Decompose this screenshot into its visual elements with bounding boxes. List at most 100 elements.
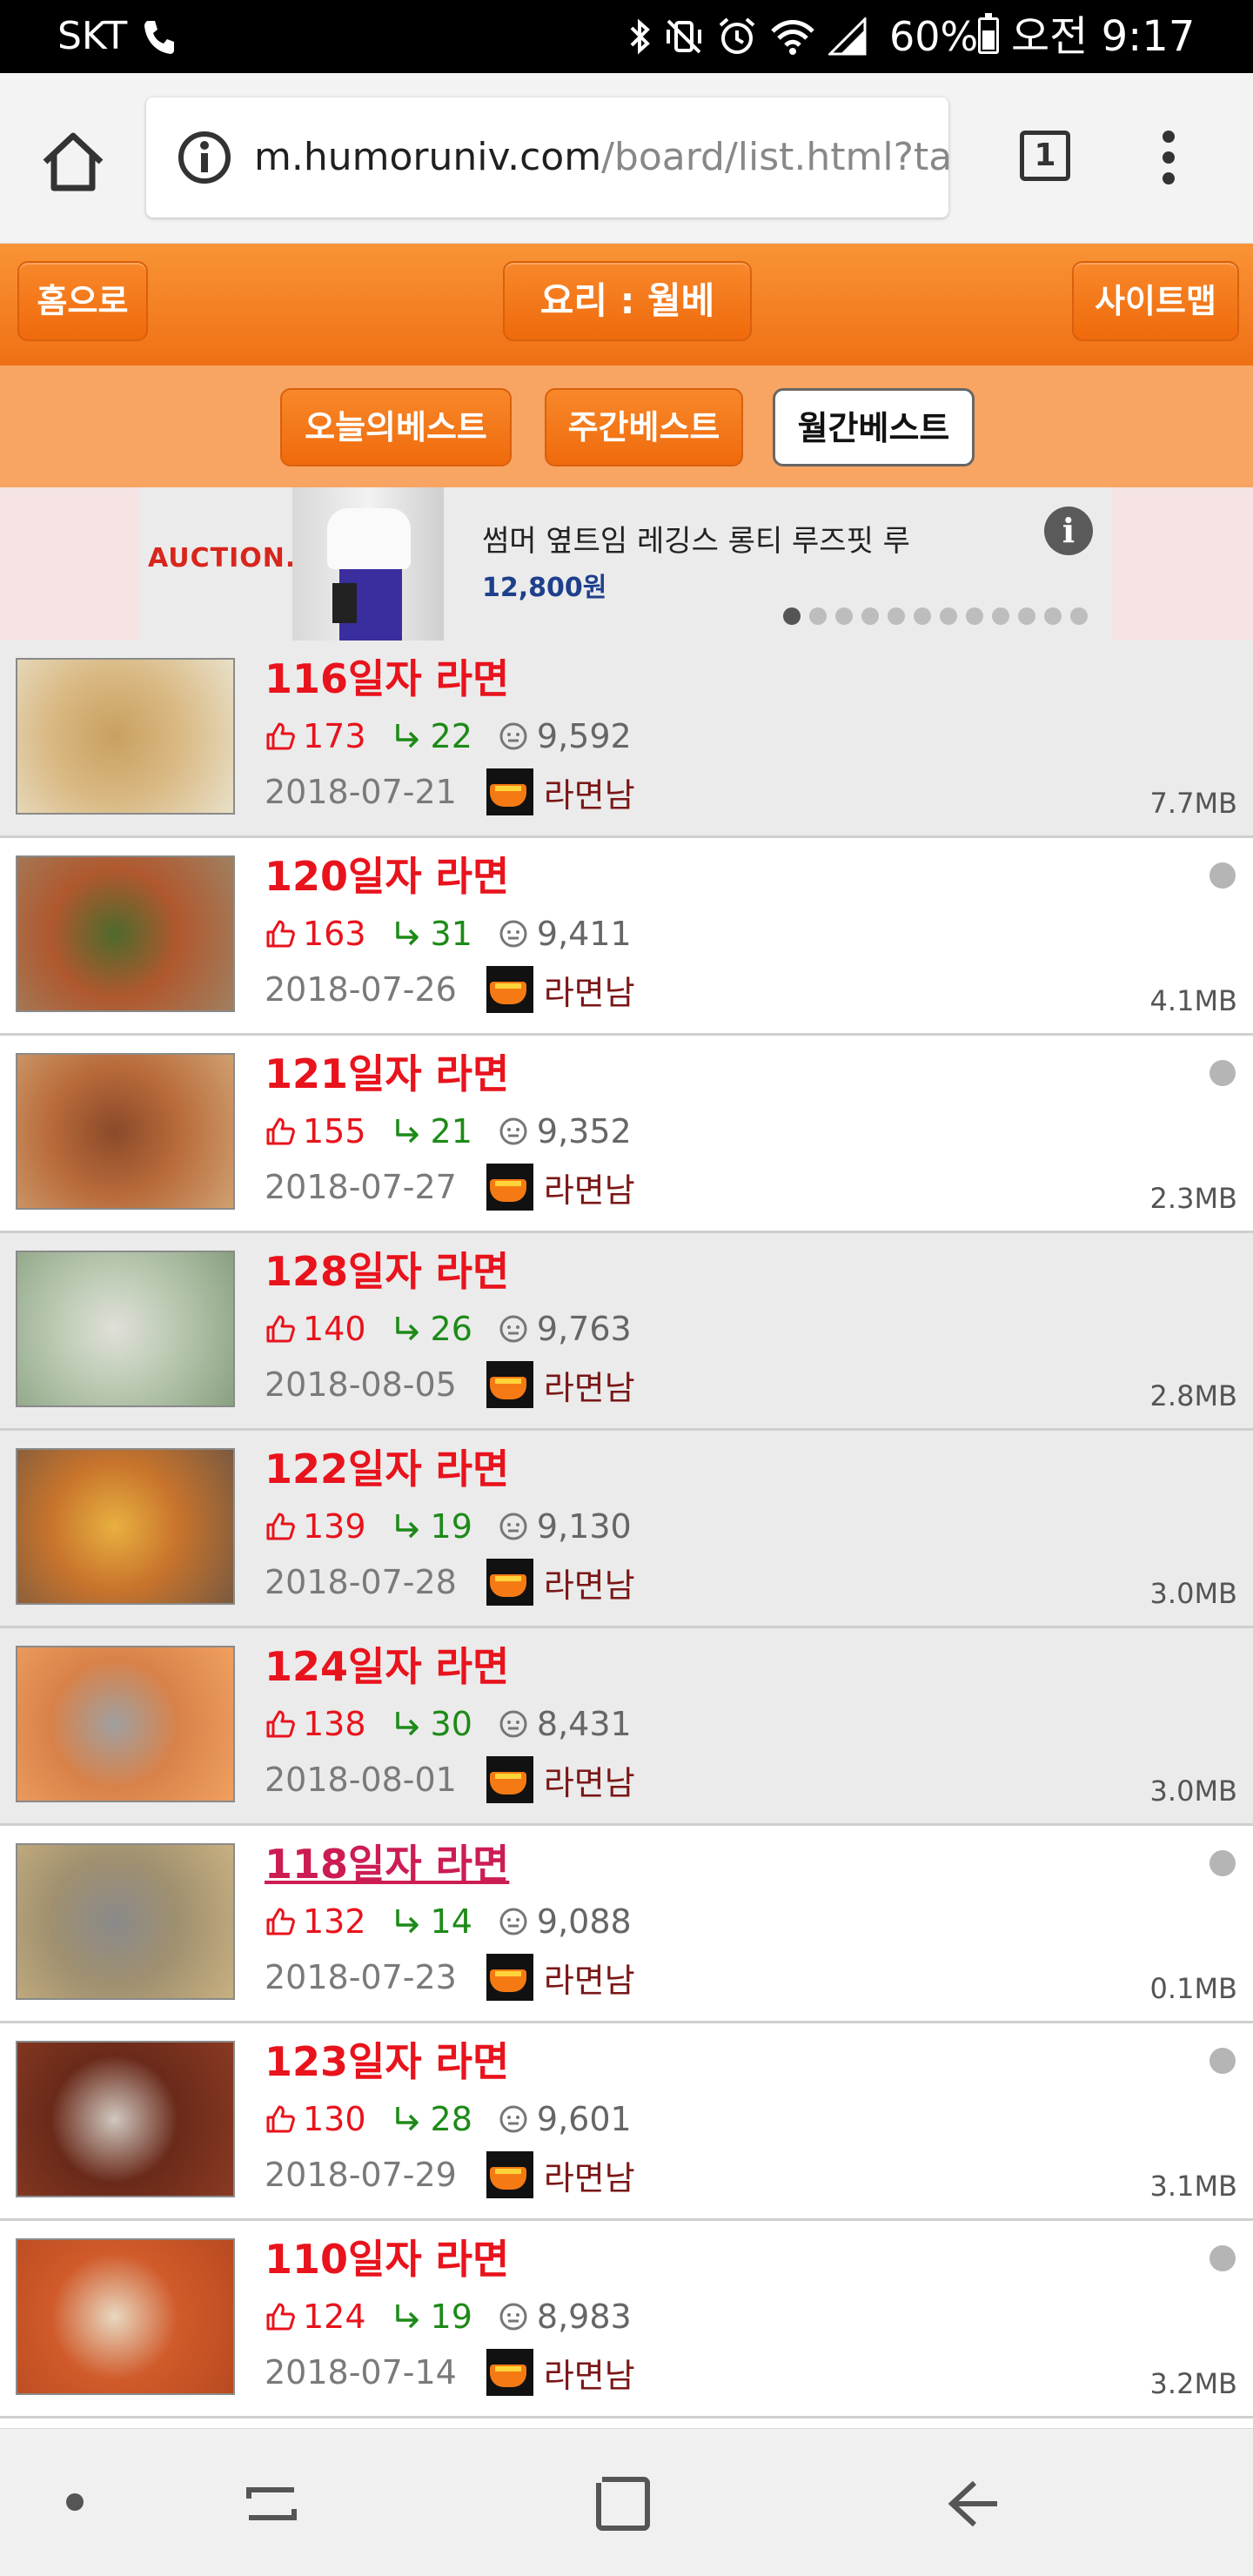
post-row[interactable]: 122일자 라면 139 19 9,130 2018-07-28 라면남 3.0MB xyxy=(0,1431,1253,1628)
ad-product-image[interactable] xyxy=(292,487,444,641)
post-meta: 2018-08-01 라면남 xyxy=(265,1755,635,1804)
post-title[interactable]: 121일자 라면 xyxy=(265,1048,509,1100)
post-thumbnail[interactable] xyxy=(16,1053,235,1210)
author-avatar-icon[interactable] xyxy=(486,1559,533,1606)
author-avatar-icon[interactable] xyxy=(486,768,533,815)
best-tabs: 오늘의베스트 주간베스트 월간베스트 xyxy=(0,366,1253,487)
author-name[interactable]: 라면남 xyxy=(544,1559,635,1607)
reply-arrow-icon xyxy=(395,2304,419,2329)
reply-arrow-icon xyxy=(395,1909,419,1934)
post-title[interactable]: 120일자 라면 xyxy=(265,850,509,902)
reply-count: 31 xyxy=(430,915,472,953)
post-thumbnail[interactable] xyxy=(16,1251,235,1407)
author-avatar-icon[interactable] xyxy=(486,1361,533,1408)
author-name[interactable]: 라면남 xyxy=(544,1756,635,1804)
post-title[interactable]: 123일자 라면 xyxy=(265,2036,509,2088)
sitemap-button[interactable]: 사이트맵 xyxy=(1072,261,1239,341)
ad-carousel-dot[interactable] xyxy=(992,607,1009,625)
ad-carousel-dot[interactable] xyxy=(835,607,853,625)
post-row[interactable]: 123일자 라면 130 28 9,601 2018-07-29 라면남 3.1MB xyxy=(0,2023,1253,2221)
tab-daily-best[interactable]: 오늘의베스트 xyxy=(280,388,512,466)
home-link-button[interactable]: 홈으로 xyxy=(17,261,148,341)
board-title-button[interactable]: 요리 : 월베 xyxy=(503,261,752,341)
post-date: 2018-07-26 xyxy=(265,970,457,1009)
post-row[interactable]: 110일자 라면 124 19 8,983 2018-07-14 라면남 3.2MB xyxy=(0,2221,1253,2418)
ad-carousel-dot[interactable] xyxy=(1018,607,1035,625)
post-row[interactable]: 118일자 라면 132 14 9,088 2018-07-23 라면남 0.1MB xyxy=(0,1826,1253,2023)
post-title[interactable]: 118일자 라면 xyxy=(265,1838,509,1890)
author-avatar-icon[interactable] xyxy=(486,1756,533,1803)
address-bar[interactable]: m.humoruniv.com/board/list.html?tab xyxy=(146,97,948,218)
post-thumbnail[interactable] xyxy=(16,855,235,1012)
post-thumbnail[interactable] xyxy=(16,1843,235,2000)
ad-carousel-dot[interactable] xyxy=(861,607,879,625)
ad-carousel-dot[interactable] xyxy=(809,607,827,625)
post-title[interactable]: 124일자 라면 xyxy=(265,1640,509,1693)
like-count: 130 xyxy=(303,2100,366,2138)
ad-carousel-dot[interactable] xyxy=(966,607,983,625)
reply-count: 19 xyxy=(430,2298,472,2336)
post-thumbnail[interactable] xyxy=(16,658,235,815)
ad-banner[interactable]: AUCTION. 썸머 옆트임 레깅스 롱티 루즈핏 루 12,800원 i xyxy=(139,487,1112,641)
tab-monthly-best[interactable]: 월간베스트 xyxy=(773,388,975,466)
author-name[interactable]: 라면남 xyxy=(544,1361,635,1409)
url-text[interactable]: m.humoruniv.com/board/list.html?tab xyxy=(254,97,948,218)
author-name[interactable]: 라면남 xyxy=(544,2349,635,2397)
post-title[interactable]: 128일자 라면 xyxy=(265,1245,509,1298)
author-avatar-icon[interactable] xyxy=(486,2151,533,2198)
post-date: 2018-07-23 xyxy=(265,1958,457,1996)
ad-carousel-dot[interactable] xyxy=(914,607,931,625)
ad-carousel-dot[interactable] xyxy=(1070,607,1088,625)
ad-title[interactable]: 썸머 옆트임 레깅스 롱티 루즈핏 루 xyxy=(482,517,910,560)
view-count: 9,088 xyxy=(536,1902,632,1941)
home-button-icon[interactable] xyxy=(595,2476,651,2532)
hide-keyboard-dot-icon[interactable] xyxy=(66,2493,84,2511)
post-thumbnail[interactable] xyxy=(16,1646,235,1802)
post-stats: 140 26 9,763 xyxy=(265,1306,632,1352)
author-name[interactable]: 라면남 xyxy=(544,768,635,816)
like-count: 124 xyxy=(303,2298,366,2336)
post-thumbnail[interactable] xyxy=(16,2238,235,2395)
attachment-size: 3.0MB xyxy=(1149,1774,1237,1808)
ad-carousel-dot[interactable] xyxy=(783,607,801,625)
view-count: 8,983 xyxy=(536,2298,632,2336)
post-meta: 2018-07-27 라면남 xyxy=(265,1163,635,1211)
post-row[interactable]: 121일자 라면 155 21 9,352 2018-07-27 라면남 2.3MB xyxy=(0,1036,1253,1233)
view-count: 9,411 xyxy=(536,915,632,953)
tab-switcher-button[interactable]: 1 xyxy=(1020,131,1070,181)
author-name[interactable]: 라면남 xyxy=(544,2151,635,2199)
thumbs-up-icon xyxy=(266,722,295,750)
author-avatar-icon[interactable] xyxy=(486,2349,533,2396)
overflow-menu-icon[interactable] xyxy=(1154,131,1183,186)
author-avatar-icon[interactable] xyxy=(486,1164,533,1211)
post-title[interactable]: 122일자 라면 xyxy=(265,1443,509,1495)
recent-apps-icon[interactable] xyxy=(244,2478,299,2530)
back-icon[interactable] xyxy=(945,2478,1001,2530)
author-name[interactable]: 라면남 xyxy=(544,1954,635,2002)
ad-carousel-dot[interactable] xyxy=(1044,607,1062,625)
carrier-label: SKT xyxy=(57,14,128,58)
post-thumbnail[interactable] xyxy=(16,1448,235,1605)
home-icon[interactable] xyxy=(38,127,108,197)
post-row[interactable]: 116일자 라면 173 22 9,592 2018-07-21 라면남 7.7MB xyxy=(0,641,1253,838)
new-indicator-dot xyxy=(1209,1060,1236,1086)
reply-count: 19 xyxy=(430,1507,472,1546)
post-row[interactable]: 120일자 라면 163 31 9,411 2018-07-26 라면남 4.1MB xyxy=(0,838,1253,1036)
post-row[interactable]: 128일자 라면 140 26 9,763 2018-08-05 라면남 2.8MB xyxy=(0,1233,1253,1431)
ad-carousel-dot[interactable] xyxy=(888,607,905,625)
ad-carousel-dot[interactable] xyxy=(940,607,957,625)
post-date: 2018-08-05 xyxy=(265,1365,457,1404)
post-stats: 124 19 8,983 xyxy=(265,2294,632,2339)
post-title[interactable]: 110일자 라면 xyxy=(265,2233,509,2285)
author-name[interactable]: 라면남 xyxy=(544,966,635,1014)
post-row[interactable]: 124일자 라면 138 30 8,431 2018-08-01 라면남 3.0MB xyxy=(0,1628,1253,1826)
author-avatar-icon[interactable] xyxy=(486,966,533,1013)
ad-info-icon[interactable]: i xyxy=(1044,506,1093,555)
site-info-icon[interactable] xyxy=(178,131,231,184)
post-thumbnail[interactable] xyxy=(16,2041,235,2197)
author-name[interactable]: 라면남 xyxy=(544,1164,635,1211)
tab-weekly-best[interactable]: 주간베스트 xyxy=(545,388,743,466)
author-avatar-icon[interactable] xyxy=(486,1954,533,2001)
thumbs-up-icon xyxy=(266,920,295,948)
post-title[interactable]: 116일자 라면 xyxy=(265,653,509,705)
